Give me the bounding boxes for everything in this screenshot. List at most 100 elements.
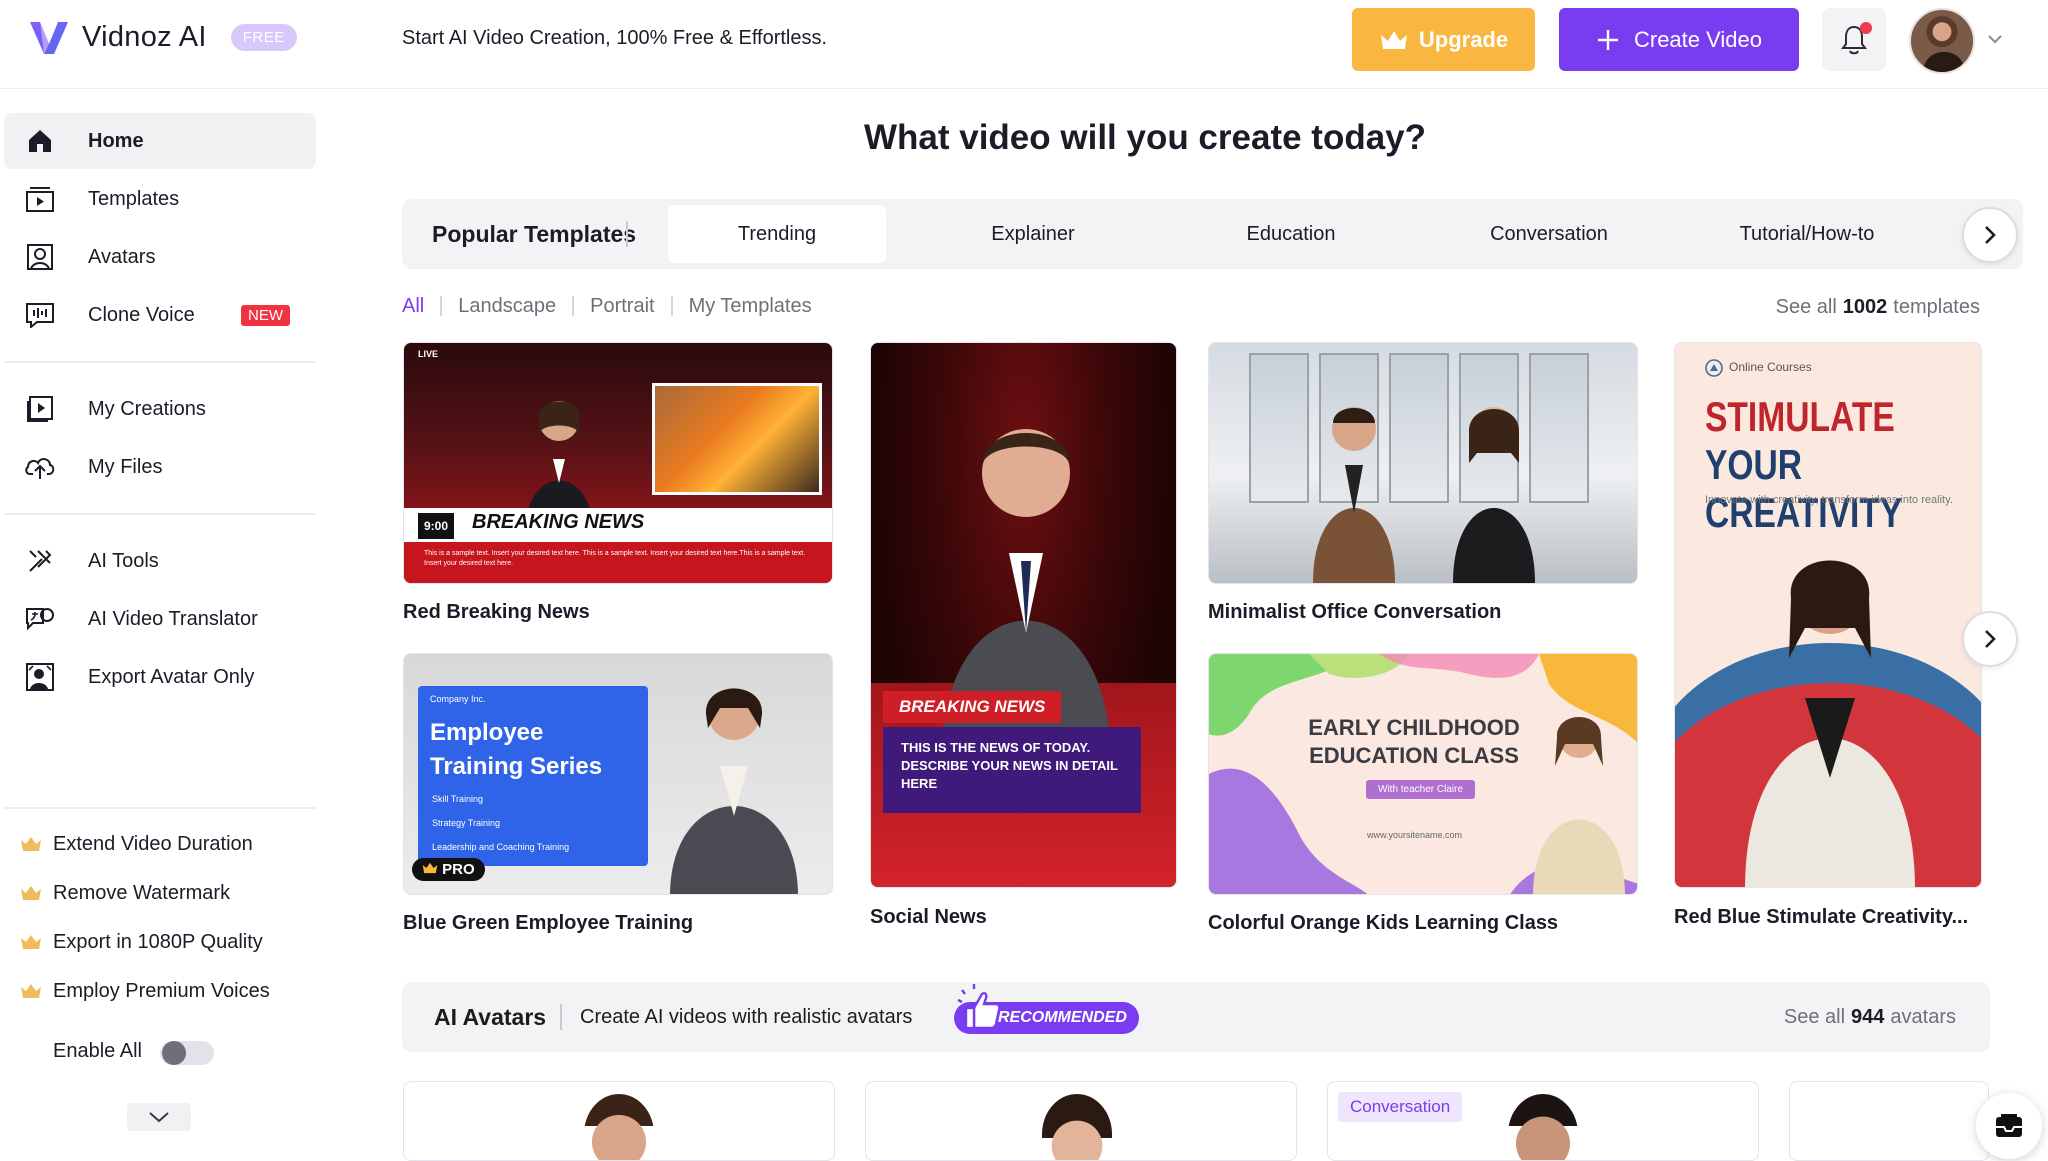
filter-my-templates[interactable]: My Templates	[673, 296, 828, 316]
template-thumbnail-minimalist-office[interactable]	[1208, 342, 1638, 584]
create-video-button[interactable]: Create Video	[1559, 8, 1799, 71]
tab-tutorial[interactable]: Tutorial/How-to	[1698, 205, 1916, 263]
template-title[interactable]: Red Blue Stimulate Creativity...	[1674, 906, 1968, 929]
training-item: Strategy Training	[432, 818, 501, 828]
creativity-headline: STIMULATE YOUR CREATIVITY	[1705, 393, 1926, 537]
carousel-next-button[interactable]	[1962, 611, 2018, 667]
template-thumbnail-red-breaking-news[interactable]: LIVE 9:00 BREAKING NEWS This is a sample…	[403, 342, 833, 584]
sidebar-item-clone-voice[interactable]: Clone Voice NEW	[4, 287, 316, 343]
plan-badge: FREE	[230, 23, 297, 51]
page-title: What video will you create today?	[863, 118, 1427, 157]
sidebar-item-home[interactable]: Home	[4, 113, 316, 169]
sidebar-item-label: AI Tools	[88, 549, 159, 572]
tools-icon	[24, 545, 56, 577]
perk-remove-watermark: Remove Watermark	[20, 882, 230, 904]
filter-all[interactable]: All	[402, 296, 443, 316]
site-url: www.yoursitename.com	[1367, 830, 1463, 840]
avatars-count: 944	[1851, 1006, 1885, 1028]
chevron-down-icon	[149, 1112, 169, 1123]
sidebar-divider	[4, 361, 316, 363]
templates-tab-bar: Popular Templates Trending Explainer Edu…	[402, 199, 2023, 269]
template-title[interactable]: Red Breaking News	[403, 601, 590, 624]
notifications-button[interactable]	[1822, 8, 1886, 71]
filter-landscape[interactable]: Landscape	[442, 296, 575, 316]
sidebar: Home Templates Avatars Clone Voice NEW M…	[0, 89, 318, 1143]
training-title-line-1: Employee	[430, 719, 544, 746]
news-time: 9:00	[418, 513, 455, 539]
perk-premium-voices: Employ Premium Voices	[20, 980, 270, 1002]
sidebar-item-export-avatar-only[interactable]: Export Avatar Only	[4, 649, 316, 705]
training-item: Leadership and Coaching Training	[432, 842, 570, 852]
crown-icon	[21, 935, 41, 949]
sidebar-item-label: AI Video Translator	[88, 607, 258, 630]
crown-icon	[21, 886, 41, 900]
user-avatar[interactable]	[1909, 8, 1975, 74]
template-title[interactable]: Social News	[870, 906, 987, 929]
tab-trending[interactable]: Trending	[668, 205, 886, 263]
template-thumbnail-employee-training[interactable]: Company Inc. Employee Training Series Sk…	[403, 653, 833, 895]
ticker-text: This is a sample text. Insert your desir…	[424, 550, 806, 567]
sidebar-item-ai-video-translator[interactable]: AI Video Translator	[4, 591, 316, 647]
presenter-man-image	[1313, 407, 1395, 583]
template-thumbnail-stimulate-creativity[interactable]: Online Courses STIMULATE YOUR CREATIVITY…	[1674, 342, 1982, 888]
play-square-icon	[24, 393, 56, 425]
tab-conversation[interactable]: Conversation	[1440, 205, 1658, 263]
template-thumbnail-kids-learning[interactable]: EARLY CHILDHOOD EDUCATION CLASS With tea…	[1208, 653, 1638, 895]
template-title[interactable]: Minimalist Office Conversation	[1208, 601, 1501, 624]
news-description: THIS IS THE NEWS OF TODAY. DESCRIBE YOUR…	[883, 727, 1141, 813]
teacher-pill: With teacher Claire	[1366, 780, 1476, 799]
template-filters: All Landscape Portrait My Templates	[402, 296, 828, 316]
sidebar-item-templates[interactable]: Templates	[4, 171, 316, 227]
notification-dot	[1860, 22, 1872, 34]
training-title: Employee Training Series	[430, 716, 602, 784]
template-title[interactable]: Blue Green Employee Training	[403, 912, 693, 935]
sidebar-item-my-creations[interactable]: My Creations	[4, 381, 316, 437]
sidebar-item-my-files[interactable]: My Files	[4, 439, 316, 495]
tab-explainer[interactable]: Explainer	[924, 205, 1142, 263]
chevron-down-icon[interactable]	[1986, 30, 2004, 48]
avatar-icon	[24, 241, 56, 273]
sidebar-item-ai-tools[interactable]: AI Tools	[4, 533, 316, 589]
avatar-card[interactable]	[865, 1081, 1297, 1161]
template-title[interactable]: Colorful Orange Kids Learning Class	[1208, 912, 1558, 935]
perk-label: Extend Video Duration	[53, 832, 253, 855]
headline-line-1: STIMULATE	[1705, 393, 1895, 440]
sidebar-item-label: My Creations	[88, 397, 206, 420]
sidebar-item-label: Clone Voice	[88, 303, 195, 326]
chevron-right-icon	[1985, 226, 1996, 244]
see-all-suffix: templates	[1893, 296, 1980, 318]
sidebar-collapse-button[interactable]	[127, 1103, 191, 1131]
see-all-avatars-link[interactable]: See all 944 avatars	[1784, 1006, 1956, 1029]
filter-portrait[interactable]: Portrait	[574, 296, 673, 316]
pro-badge: PRO	[412, 858, 485, 881]
brand-logo[interactable]: Vidnoz AI FREE	[26, 14, 297, 60]
enable-all-toggle[interactable]	[160, 1041, 214, 1065]
perk-export-1080p: Export in 1080P Quality	[20, 931, 263, 953]
see-all-prefix: See all	[1783, 1006, 1846, 1028]
support-chat-button[interactable]	[1976, 1093, 2042, 1159]
avatar-card[interactable]: Conversation	[1327, 1081, 1759, 1161]
training-item: Skill Training	[432, 794, 484, 804]
sidebar-item-label: Export Avatar Only	[88, 665, 255, 688]
sidebar-item-label: Avatars	[88, 245, 156, 268]
see-all-prefix: See all	[1775, 296, 1837, 318]
sidebar-item-label: My Files	[88, 455, 163, 478]
ai-avatars-section-header: AI Avatars Create AI videos with realist…	[402, 982, 1990, 1052]
perk-label: Remove Watermark	[53, 881, 231, 904]
upgrade-button[interactable]: Upgrade	[1352, 8, 1535, 71]
avatar-category-tag: Conversation	[1338, 1092, 1463, 1122]
plus-icon	[1597, 29, 1618, 50]
avatar-card[interactable]	[403, 1081, 835, 1161]
tabs-next-button[interactable]	[1962, 207, 2018, 263]
sidebar-item-avatars[interactable]: Avatars	[4, 229, 316, 285]
templates-icon	[24, 183, 56, 215]
presenter-woman-image	[1533, 717, 1625, 894]
ai-avatars-title: AI Avatars	[434, 1004, 547, 1030]
enable-all-label: Enable All	[53, 1040, 142, 1062]
class-title: EARLY CHILDHOOD EDUCATION CLASS	[1308, 715, 1520, 768]
see-all-templates-link[interactable]: See all 1002 templates	[1776, 296, 1980, 319]
tab-education[interactable]: Education	[1182, 205, 1400, 263]
perk-label: Export in 1080P Quality	[53, 930, 263, 953]
avatar-card[interactable]	[1789, 1081, 1989, 1161]
template-thumbnail-social-news[interactable]: BREAKING NEWS THIS IS THE NEWS OF TODAY.…	[870, 342, 1177, 888]
